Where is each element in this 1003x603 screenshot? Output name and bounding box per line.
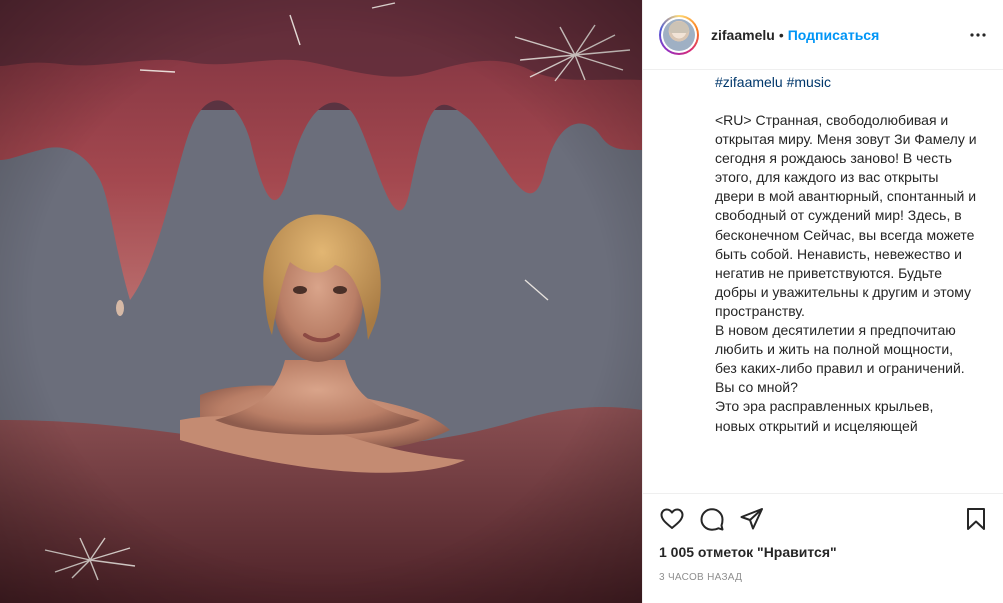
post-header: zifaamelu • Подписаться: [643, 0, 1003, 70]
heart-icon[interactable]: [659, 506, 685, 532]
caption-text: <RU> Странная, свободолюбивая и открытая…: [715, 112, 977, 434]
hashtag-link[interactable]: #music: [787, 74, 831, 90]
post-timestamp[interactable]: 3 ЧАСОВ НАЗАД: [659, 572, 742, 583]
avatar-story-ring[interactable]: [659, 14, 699, 55]
more-horizontal-icon[interactable]: [969, 26, 987, 44]
username-link[interactable]: zifaamelu: [711, 27, 775, 43]
avatar-frame: [661, 16, 697, 53]
post-image-illustration: [0, 0, 642, 603]
caption-scroll[interactable]: #zifaamelu #music <RU> Странная, свободо…: [643, 71, 1003, 493]
post-sidebar: zifaamelu • Подписаться #zifaamelu #musi…: [642, 0, 1003, 603]
bookmark-icon[interactable]: [963, 506, 989, 532]
post-view: zifaamelu • Подписаться #zifaamelu #musi…: [0, 0, 1003, 603]
follow-button[interactable]: Подписаться: [788, 27, 880, 43]
likes-count[interactable]: 1 005 отметок "Нравится": [659, 544, 837, 560]
header-separator: •: [778, 26, 784, 43]
post-image[interactable]: [0, 0, 642, 603]
share-icon[interactable]: [739, 506, 765, 532]
caption-hashtags: #zifaamelu #music: [715, 73, 977, 92]
post-actions: 1 005 отметок "Нравится" 3 ЧАСОВ НАЗАД: [643, 493, 1003, 603]
avatar: [663, 18, 695, 51]
comment-icon[interactable]: [699, 506, 725, 532]
hashtag-link[interactable]: #zifaamelu: [715, 74, 783, 90]
